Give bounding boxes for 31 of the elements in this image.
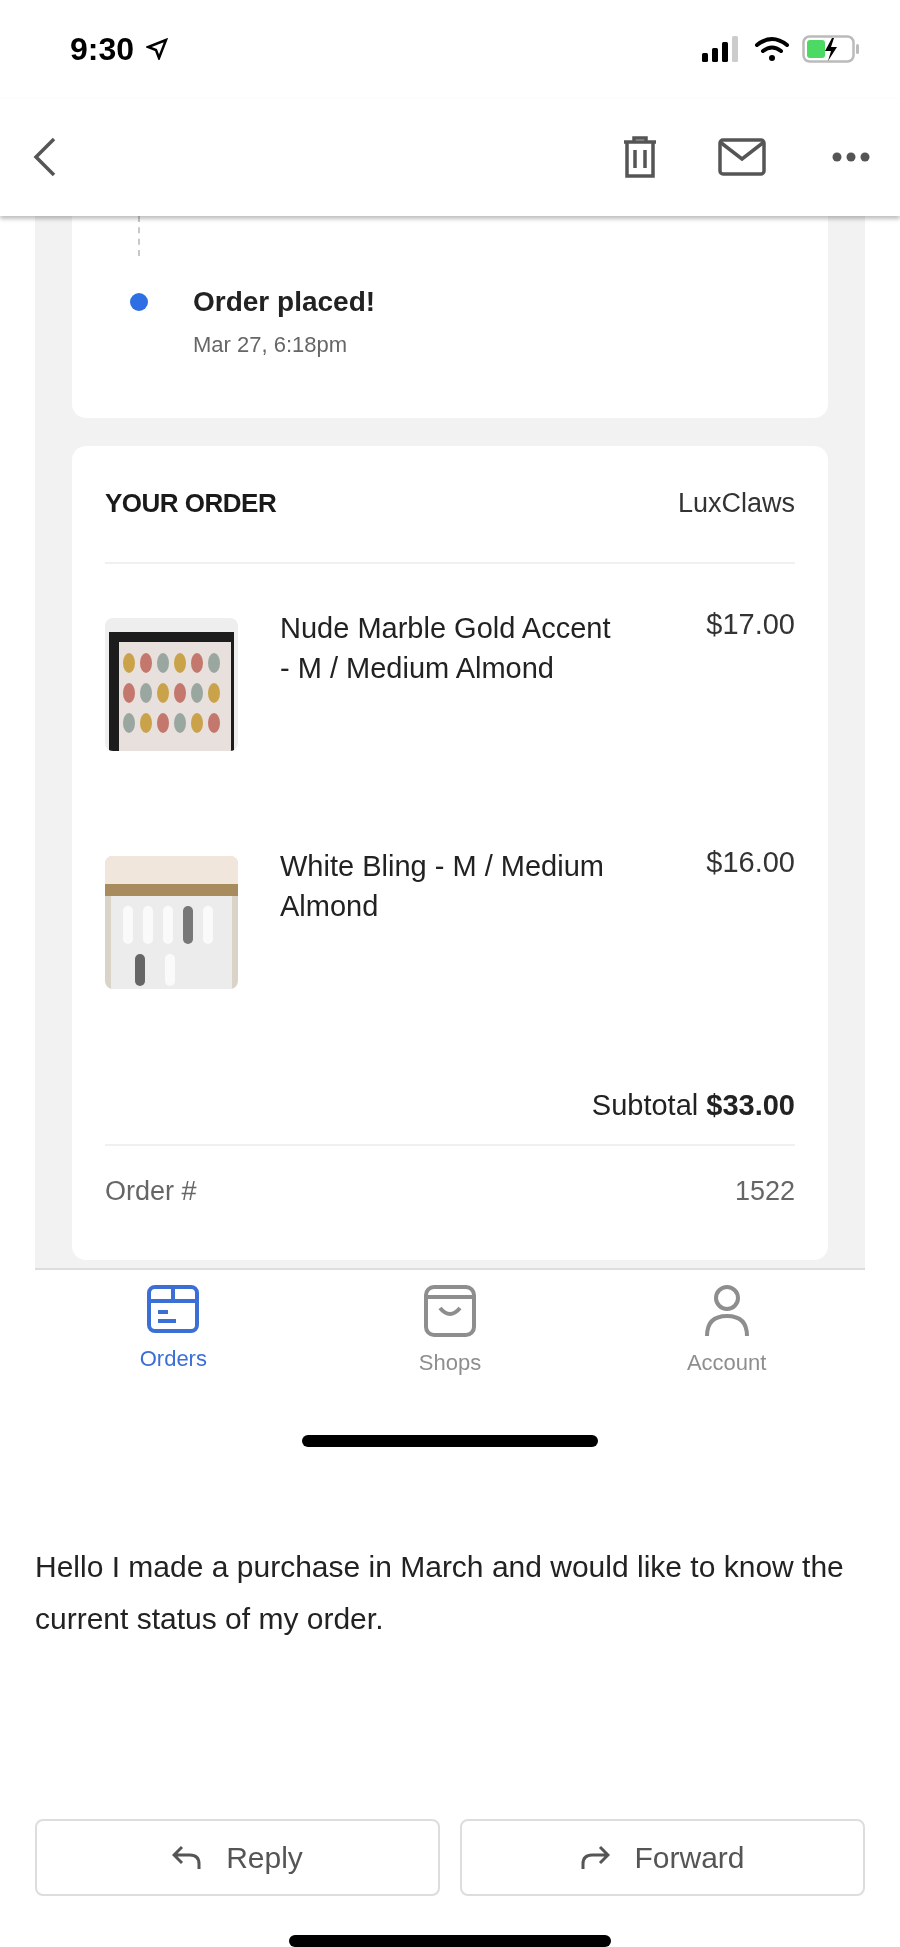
battery-charging-icon xyxy=(802,35,860,64)
message-text: Hello I made a purchase in March and would like to know the current status of my order. xyxy=(35,1549,845,1638)
box-icon xyxy=(146,1283,201,1334)
item-price: $17.00 xyxy=(706,607,795,641)
timeline-title: Order placed! xyxy=(193,285,376,318)
nav-tab[interactable]: Account xyxy=(626,1283,827,1395)
reply-button[interactable]: Reply xyxy=(35,1819,440,1897)
location-arrow-icon xyxy=(146,38,169,61)
back-button[interactable] xyxy=(32,137,56,178)
reply-icon xyxy=(172,1844,203,1871)
forward-button[interactable]: Forward xyxy=(460,1819,865,1897)
item-name: Nude Marble Gold Accent - M / Medium Almond xyxy=(280,610,612,686)
forward-icon xyxy=(580,1844,611,1871)
more-button[interactable] xyxy=(832,152,870,163)
order-heading: YOUR ORDER xyxy=(105,488,277,520)
trash-button[interactable] xyxy=(622,136,658,179)
timeline-dot xyxy=(130,292,148,311)
timeline-date: Mar 27, 6:18pm xyxy=(193,331,349,358)
shopping-bag-icon xyxy=(423,1283,477,1338)
shop-name: LuxClaws xyxy=(677,488,795,520)
clock-time: 9:30 xyxy=(70,30,135,68)
order-number-label: Order # xyxy=(105,1175,197,1207)
person-icon xyxy=(702,1283,751,1338)
wifi-icon xyxy=(754,36,790,63)
order-number: 1522 xyxy=(734,1175,795,1207)
item-name: White Bling - M / Medium Almond xyxy=(280,848,605,924)
subtotal: Subtotal $33.00 xyxy=(105,1088,795,1146)
nav-tab[interactable]: Orders xyxy=(73,1283,274,1395)
nav-tab[interactable]: Shops xyxy=(350,1283,550,1395)
item-price: $16.00 xyxy=(706,845,795,879)
mail-button[interactable] xyxy=(718,138,766,177)
